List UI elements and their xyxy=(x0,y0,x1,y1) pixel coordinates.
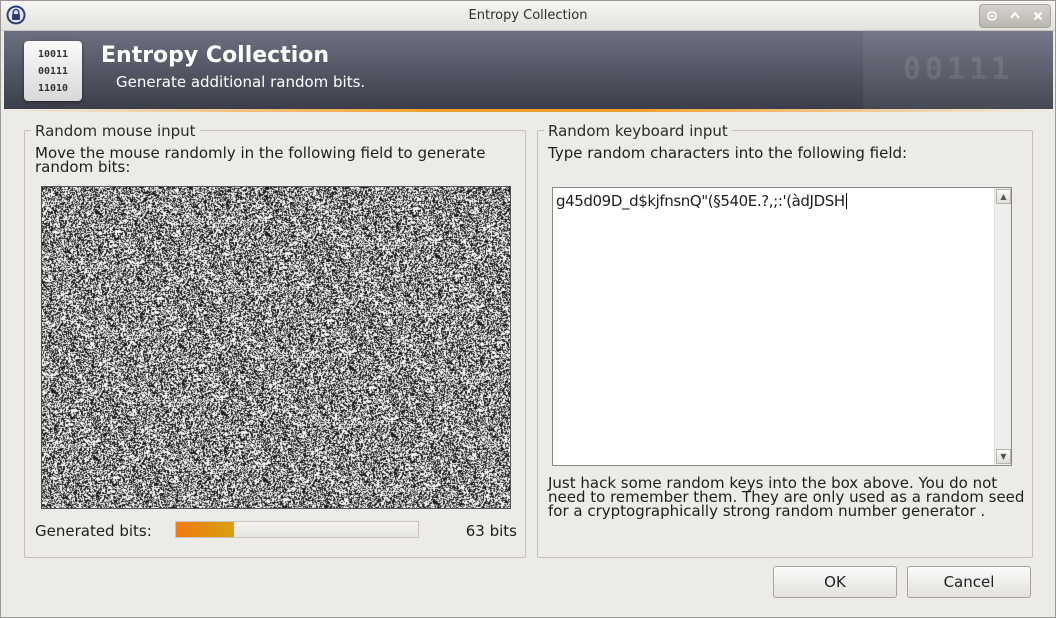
keyboard-group-title: Random keyboard input xyxy=(544,122,732,140)
mouse-instruction: Move the mouse randomly in the following… xyxy=(35,144,486,176)
banner-title: Entropy Collection xyxy=(101,43,330,68)
progress-fill xyxy=(176,522,235,537)
keyboard-instruction: Type random characters into the followin… xyxy=(548,144,908,162)
binary-logo-icon: 10011 00111 11010 xyxy=(24,41,82,101)
header-banner: 10011 00111 11010 Entropy Collection Gen… xyxy=(4,31,1053,109)
typed-text: g45d09D_d$kjfnsnQ"(§540E.?,;:'(àdJDSH xyxy=(556,192,845,210)
window-title: Entropy Collection xyxy=(468,8,588,23)
logo-line: 10011 xyxy=(37,49,69,60)
logo-line: 00111 xyxy=(37,66,69,77)
random-mouse-field[interactable] xyxy=(41,186,511,509)
entropy-dialog: Entropy Collection 10011 00111 11010 Ent… xyxy=(0,0,1056,618)
banner-subtitle: Generate additional random bits. xyxy=(116,73,366,91)
keyboard-hint: Just hack some random keys into the box … xyxy=(548,474,1025,520)
mouse-group-title: Random mouse input xyxy=(31,122,200,140)
text-caret xyxy=(845,193,847,209)
banner-watermark: 00111 xyxy=(863,31,1053,109)
bits-progress-bar xyxy=(175,521,419,538)
ok-button[interactable]: OK xyxy=(773,566,897,598)
scroll-up-icon[interactable]: ▲ xyxy=(996,189,1011,204)
textarea-scrollbar[interactable]: ▲ ▼ xyxy=(994,188,1011,465)
scroll-down-icon[interactable]: ▼ xyxy=(996,449,1011,464)
bits-count: 63 bits xyxy=(465,522,517,540)
sticky-icon[interactable] xyxy=(984,8,1000,24)
mouse-input-group: Random mouse input Move the mouse random… xyxy=(24,122,526,558)
banner-accent-line xyxy=(4,109,1053,112)
logo-line: 11010 xyxy=(37,83,69,94)
cancel-button[interactable]: Cancel xyxy=(907,566,1031,598)
close-icon[interactable] xyxy=(1030,8,1046,24)
generated-bits-label: Generated bits: xyxy=(35,522,152,540)
keyboard-input-group: Random keyboard input Type random charac… xyxy=(537,122,1033,558)
maximize-icon[interactable] xyxy=(1007,8,1023,24)
window-controls xyxy=(979,4,1051,28)
title-bar[interactable]: Entropy Collection xyxy=(1,1,1055,31)
textarea-value: g45d09D_d$kjfnsnQ"(§540E.?,;:'(àdJDSH xyxy=(556,192,847,210)
random-keys-textarea[interactable]: g45d09D_d$kjfnsnQ"(§540E.?,;:'(àdJDSH ▲ … xyxy=(552,187,1012,466)
entropy-noise-canvas[interactable] xyxy=(42,187,510,508)
